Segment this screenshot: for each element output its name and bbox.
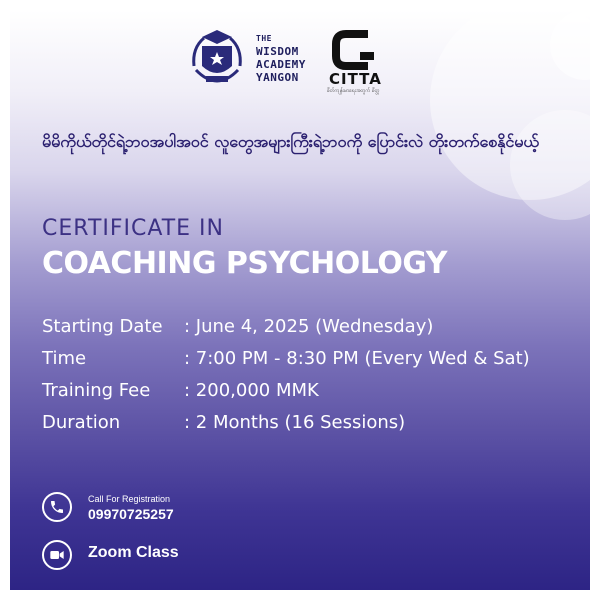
detail-value: : 2 Months (16 Sessions) [184,412,406,433]
detail-row: Training Fee : 200,000 MMK [42,380,582,412]
burmese-tagline: မိမိကိုယ်တိုင်ရဲ့ဘဝအပါအဝင် လူတွေအများကြီ… [42,132,539,151]
course-details: Starting Date : June 4, 2025 (Wednesday)… [42,316,582,444]
wisdom-academy-logo [192,30,242,83]
detail-row: Duration : 2 Months (16 Sessions) [42,412,582,444]
phone-icon[interactable] [42,492,72,522]
citta-tagline: စိတ်ကျန်းမာရေးအတွက် စိတ္တ [327,88,380,94]
poster: THE WISDOM ACADEMY YANGON CITTA စိတ်ကျန်… [10,10,590,590]
detail-label: Training Fee [42,380,151,401]
course-title: COACHING PSYCHOLOGY [42,246,448,281]
call-label: Call For Registration [88,494,171,504]
detail-row: Time : 7:00 PM - 8:30 PM (Every Wed & Sa… [42,348,582,380]
detail-value: : June 4, 2025 (Wednesday) [184,316,434,337]
detail-label: Time [42,348,87,369]
certificate-label: CERTIFICATE IN [42,216,224,241]
wisdom-academy-name: THE WISDOM ACADEMY YANGON [256,32,306,84]
detail-label: Duration [42,412,121,433]
phone-number[interactable]: 09970725257 [88,506,174,522]
detail-value: : 200,000 MMK [184,380,319,401]
detail-label: Starting Date [42,316,163,337]
citta-name: CITTA [329,70,382,88]
academy-line: YANGON [256,71,299,84]
academy-line: ACADEMY [256,58,306,71]
detail-value: : 7:00 PM - 8:30 PM (Every Wed & Sat) [184,348,530,369]
video-camera-icon[interactable] [42,540,72,570]
academy-line: THE [256,34,272,43]
academy-line: WISDOM [256,45,299,58]
zoom-class-label: Zoom Class [88,544,179,561]
detail-row: Starting Date : June 4, 2025 (Wednesday) [42,316,582,348]
